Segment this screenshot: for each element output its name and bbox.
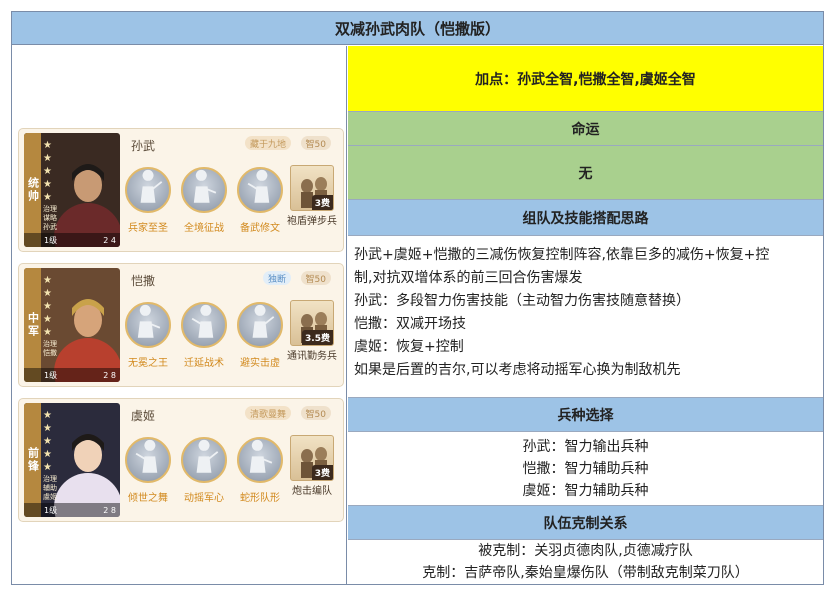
hero-trait: 治理 [43, 475, 57, 483]
skill-figure-icon [135, 439, 158, 473]
counter-line: 克制：吉萨帝队,秦始皇爆伤队（带制敌克制菜刀队） [422, 565, 749, 581]
skill-figure-icon [247, 169, 270, 203]
hero-name: 虞姬 [131, 409, 156, 423]
star-rating-icon: ★ ★ ★ ★ ★ [43, 140, 52, 203]
skill-figure-icon [252, 304, 275, 338]
skill-figure-icon [191, 304, 214, 338]
hero-name: 孙武 [131, 139, 156, 153]
fate-value: 无 [348, 146, 823, 200]
troop-cost-badge: 3费 [311, 465, 333, 480]
strategy-line: 孙武+虞姬+恺撒的三减伤恢复控制阵容,依靠巨多的减伤+恢复+控 [354, 247, 770, 263]
strategy-header: 组队及技能搭配思路 [348, 200, 823, 236]
hero-footer: 1级 2 4 [24, 233, 120, 247]
strategy-panel: 加点：孙武全智,恺撒全智,虞姬全智 命运 无 组队及技能搭配思路 孙武+虞姬+恺… [348, 46, 823, 584]
troop-name: 炮击编队 [292, 486, 332, 497]
strategy-line: 制,对抗双增体系的前三回合伤害爆发 [354, 270, 583, 286]
skill-figure-icon [196, 439, 219, 473]
wisdom-badge: 智50 [300, 406, 331, 420]
skill-icon-3[interactable] [237, 302, 283, 348]
troop-icon[interactable]: 3费 [290, 165, 334, 211]
strategy-text: 孙武+虞姬+恺撒的三减伤恢复控制阵容,依靠巨多的减伤+恢复+控 制,对抗双增体系… [348, 236, 823, 398]
hero-trait: 治理 [43, 340, 57, 348]
strategy-line: 虞姬：恢复+控制 [354, 339, 464, 355]
counter-text: 被克制：关羽贞德肉队,贞德减疗队 克制：吉萨帝队,秦始皇爆伤队（带制敌克制菜刀队… [348, 540, 823, 584]
hero-footer-stats: 2 4 [103, 235, 116, 245]
skill-figure-icon [140, 169, 163, 203]
skill-figure-icon [137, 304, 161, 338]
hero-level: 1级 [44, 235, 58, 245]
hero-footer-stats: 2 8 [103, 505, 116, 515]
hero-trait: 恺撒 [43, 349, 57, 357]
strategy-line: 如果是后置的吉尔,可以考虑将动摇军心换为制敌机先 [354, 362, 681, 378]
skill-icon-2[interactable] [181, 302, 227, 348]
skill-figure-icon [249, 439, 273, 473]
skill-icon-3[interactable] [237, 437, 283, 483]
hero-position-label: 前锋 [24, 403, 41, 517]
troop-cost-badge: 3费 [311, 195, 333, 210]
troop-text: 孙武：智力输出兵种 恺撒：智力辅助兵种 虞姬：智力辅助兵种 [348, 432, 823, 506]
sheet-title: 双减孙武肉队（恺撒版） [12, 12, 823, 45]
hero-card-3[interactable]: 前锋 ★ ★ ★ ★ ★ 治理 辅助 虞姬 1级 2 8 虞姬 清歌曼舞 智50 倾世之… [18, 398, 344, 522]
hero-level: 1级 [44, 370, 58, 380]
troop-line: 恺撒：智力辅助兵种 [522, 460, 649, 477]
wisdom-badge: 智50 [300, 271, 331, 285]
skill-icon-3[interactable] [237, 167, 283, 213]
hero-portrait: 中军 ★ ★ ★ ★ ★ 治理 恺撒 1级 2 8 [24, 268, 120, 382]
hero-trait-tags: 治理 恺撒 [43, 340, 67, 358]
hero-trait-tags: 治理 辅助 虞姬 [43, 475, 67, 502]
troop-name: 袍盾弹步兵 [287, 216, 337, 227]
hero-trait: 孙武 [43, 223, 57, 231]
skill-icon-1[interactable] [125, 437, 171, 483]
troop-line: 孙武：智力输出兵种 [522, 438, 649, 455]
troop-line: 虞姬：智力辅助兵种 [522, 482, 649, 499]
troop-header: 兵种选择 [348, 398, 823, 432]
skill-icon-2[interactable] [181, 437, 227, 483]
hero-position-label: 统帅 [24, 133, 41, 247]
hero-portrait: 统帅 ★ ★ ★ ★ ★ 治理 谋略 孙武 1级 2 4 [24, 133, 120, 247]
hero-level: 1级 [44, 505, 58, 515]
skill-label: 无冕之王 [128, 358, 168, 369]
hero-trait: 虞姬 [43, 493, 57, 501]
skill-label: 迁延战术 [184, 358, 224, 369]
hero-name: 恺撒 [131, 274, 156, 288]
troop-cost-badge: 3.5费 [302, 330, 333, 345]
hero-tag-badge: 藏于九地 [244, 136, 291, 150]
troop-name: 通讯勤务兵 [287, 351, 337, 362]
hero-portrait: 前锋 ★ ★ ★ ★ ★ 治理 辅助 虞姬 1级 2 8 [24, 403, 120, 517]
hero-footer: 1级 2 8 [24, 368, 120, 382]
hero-tag-badge: 独断 [262, 271, 291, 285]
skill-label: 动摇军心 [184, 493, 224, 504]
counter-header: 队伍克制关系 [348, 506, 823, 540]
hero-tag-badge: 清歌曼舞 [244, 406, 291, 420]
hero-footer: 1级 2 8 [24, 503, 120, 517]
wisdom-badge: 智50 [300, 136, 331, 150]
skill-label: 倾世之舞 [128, 493, 168, 504]
strategy-sheet: 双减孙武肉队（恺撒版） 统帅 ★ ★ ★ ★ ★ 治理 谋略 孙武 1级 2 4 孙武 … [11, 11, 824, 585]
hero-position-label: 中军 [24, 268, 41, 382]
hero-trait-tags: 治理 谋略 孙武 [43, 205, 67, 232]
hero-trait: 治理 [43, 205, 57, 213]
hero-trait: 辅助 [43, 484, 57, 492]
strategy-line: 恺撒：双减开场技 [354, 316, 466, 332]
points-row: 加点：孙武全智,恺撒全智,虞姬全智 [348, 46, 823, 112]
skill-label: 全境征战 [184, 223, 224, 234]
hero-card-1[interactable]: 统帅 ★ ★ ★ ★ ★ 治理 谋略 孙武 1级 2 4 孙武 藏于九地 智50 兵家至… [18, 128, 344, 252]
troop-icon[interactable]: 3.5费 [290, 300, 334, 346]
star-rating-icon: ★ ★ ★ ★ ★ [43, 275, 52, 338]
hero-trait: 谋略 [43, 214, 57, 222]
hero-footer-stats: 2 8 [103, 370, 116, 380]
star-rating-icon: ★ ★ ★ ★ ★ [43, 410, 52, 473]
counter-line: 被克制：关羽贞德肉队,贞德减疗队 [478, 543, 693, 559]
troop-icon[interactable]: 3费 [290, 435, 334, 481]
strategy-line: 孙武：多段智力伤害技能（主动智力伤害技随意替换） [354, 293, 690, 309]
skill-icon-1[interactable] [125, 302, 171, 348]
hero-card-2[interactable]: 中军 ★ ★ ★ ★ ★ 治理 恺撒 1级 2 8 恺撒 独断 智50 无冕之王 迁延战… [18, 263, 344, 387]
fate-header: 命运 [348, 112, 823, 146]
skill-figure-icon [193, 169, 217, 203]
hero-lineup-panel: 统帅 ★ ★ ★ ★ ★ 治理 谋略 孙武 1级 2 4 孙武 藏于九地 智50 兵家至… [12, 46, 347, 584]
skill-icon-2[interactable] [181, 167, 227, 213]
skill-label: 兵家至圣 [128, 223, 168, 234]
skill-icon-1[interactable] [125, 167, 171, 213]
